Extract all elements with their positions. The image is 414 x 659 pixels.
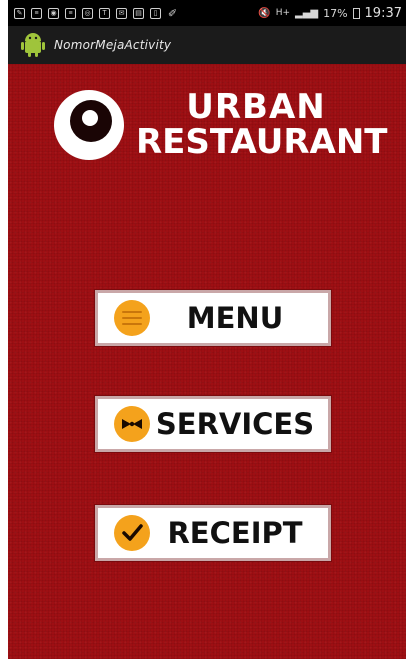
bowtie-icon (114, 406, 150, 442)
mail-icon: ✉ (116, 7, 127, 19)
checkmark-icon (114, 515, 150, 551)
restaurant-logo: URBAN RESTAURANT (54, 87, 388, 170)
logo-text: URBAN RESTAURANT (136, 87, 388, 162)
android-app-icon[interactable] (20, 32, 46, 58)
notification-icon-1: ≡ (31, 7, 42, 19)
data-icon: H+ (275, 8, 290, 18)
notification-icons: ✎ ≡ ◉ ≡ ◎ T ✉ ▤ ▯ ✐ (8, 7, 178, 20)
battery-percent: 17% (323, 6, 348, 20)
services-button[interactable]: SERVICES (95, 396, 331, 452)
signal-icon: ▂▄▆ (295, 7, 319, 19)
services-button-label: SERVICES (155, 407, 315, 441)
receipt-button-label: RECEIPT (167, 516, 303, 550)
phone-icon: ▯ (150, 7, 161, 19)
clock: 19:37 (364, 5, 402, 21)
action-bar: NomorMejaActivity (8, 26, 406, 64)
menu-button-label: MENU (186, 301, 284, 335)
notification-icon-3: ≡ (65, 7, 76, 19)
notification-icon-5: T (99, 7, 110, 19)
eye-logo-icon (54, 90, 124, 160)
usb-debug-icon: ✎ (14, 7, 25, 19)
logo-line-urban: URBAN (186, 87, 326, 127)
notification-icon-2: ◉ (48, 7, 59, 19)
menu-button[interactable]: MENU (95, 290, 331, 346)
activity-title: NomorMejaActivity (54, 38, 172, 52)
mute-icon: 🔇 (258, 7, 271, 19)
app-screen: ✎ ≡ ◉ ≡ ◎ T ✉ ▤ ▯ ✐ 🔇 H+ ▂▄▆ 17% 19:37 N… (8, 0, 406, 659)
notification-icon-4: ◎ (82, 7, 93, 19)
battery-icon (352, 7, 360, 19)
notification-icon-6: ▤ (133, 7, 144, 19)
edit-icon: ✐ (167, 7, 178, 20)
receipt-button[interactable]: RECEIPT (95, 505, 331, 561)
logo-line-restaurant: RESTAURANT (136, 122, 388, 162)
status-bar: ✎ ≡ ◉ ≡ ◎ T ✉ ▤ ▯ ✐ 🔇 H+ ▂▄▆ 17% 19:37 (8, 0, 406, 26)
system-status: 🔇 H+ ▂▄▆ 17% 19:37 (258, 6, 406, 21)
menu-lines-icon (114, 300, 150, 336)
